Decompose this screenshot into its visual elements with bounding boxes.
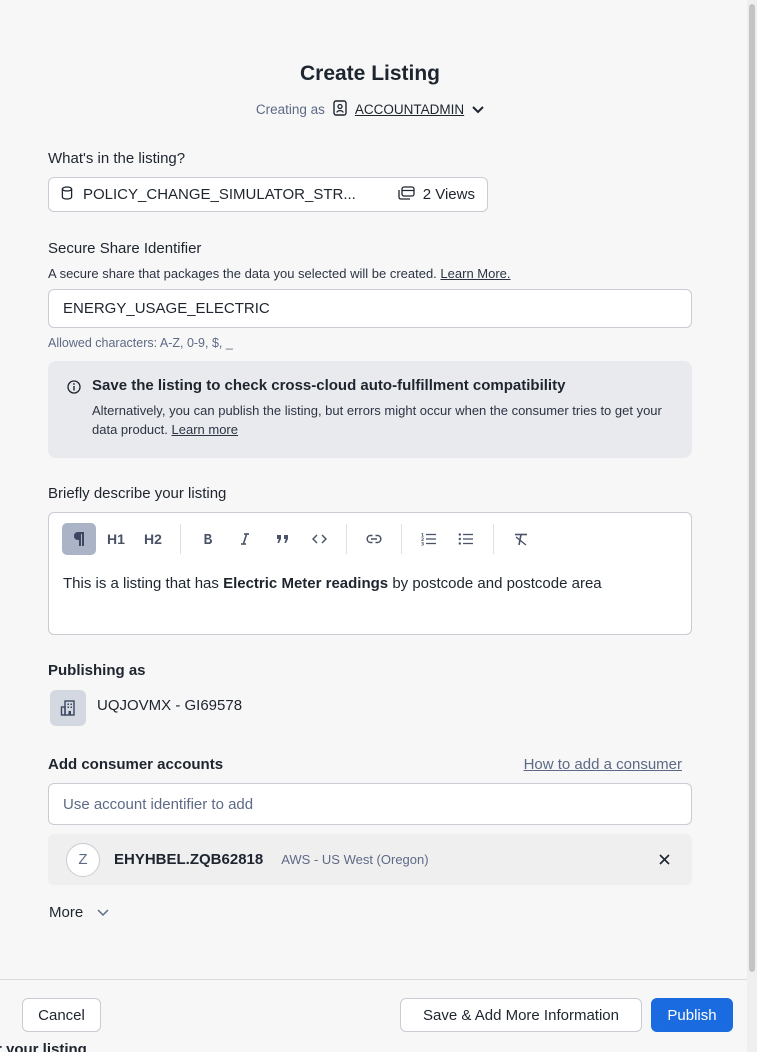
share-description-text: A secure share that packages the data yo… xyxy=(48,266,437,281)
ordered-list-icon: 123 xyxy=(421,533,436,547)
compatibility-callout: Save the listing to check cross-cloud au… xyxy=(48,361,692,458)
link-icon xyxy=(366,534,382,544)
bold-icon xyxy=(204,534,212,544)
description-editor[interactable]: H1 H2 123 This is a listing that has Ele… xyxy=(48,512,692,635)
share-identifier-label: Secure Share Identifier xyxy=(48,240,202,257)
consumer-accounts-label: Add consumer accounts xyxy=(48,756,224,773)
creating-as-label: Creating as xyxy=(255,102,325,117)
description-text-bold: Electric Meter readings xyxy=(223,575,389,592)
views-icon xyxy=(398,185,415,204)
quote-button[interactable] xyxy=(265,523,299,555)
consumer-input-placeholder: Use account identifier to add xyxy=(63,795,254,813)
toolbar-divider xyxy=(180,524,181,554)
share-learn-more-link[interactable]: Learn More. xyxy=(440,266,510,281)
cancel-button[interactable]: Cancel xyxy=(22,998,101,1032)
organization-icon xyxy=(50,690,86,726)
share-identifier-description: A secure share that packages the data yo… xyxy=(48,266,511,281)
info-icon xyxy=(67,380,81,399)
scrollbar[interactable] xyxy=(747,0,757,1052)
clear-format-icon xyxy=(515,533,527,546)
consumer-list-item: Z EHYHBEL.ZQB62818 AWS - US West (Oregon… xyxy=(48,834,692,885)
clear-format-button[interactable] xyxy=(504,523,538,555)
listing-contents-selector[interactable]: POLICY_CHANGE_SIMULATOR_STR... 2 Views xyxy=(48,177,488,212)
avatar: Z xyxy=(66,842,100,877)
share-identifier-input[interactable]: ENERGY_USAGE_ELECTRIC xyxy=(48,289,692,328)
views-count[interactable]: 2 Views xyxy=(398,185,475,204)
consumer-region: AWS - US West (Oregon) xyxy=(281,852,429,867)
chevron-down-icon[interactable] xyxy=(472,102,484,117)
italic-button[interactable] xyxy=(228,523,262,555)
dialog-title: Create Listing xyxy=(299,62,441,85)
description-text-start: This is a listing that has xyxy=(63,575,224,592)
callout-body: Alternatively, you can publish the listi… xyxy=(92,401,672,439)
link-button[interactable] xyxy=(357,523,391,555)
dialog-footer: Cancel Save & Add More Information Publi… xyxy=(0,979,747,1052)
callout-title: Save the listing to check cross-cloud au… xyxy=(92,377,566,394)
create-listing-dialog: Create Listing Creating as ACCOUNTADMIN … xyxy=(0,0,747,1052)
contents-label: What's in the listing? xyxy=(48,150,186,167)
svg-text:3: 3 xyxy=(421,542,424,547)
description-label: Briefly describe your listing xyxy=(48,485,227,502)
italic-icon xyxy=(241,533,249,545)
ordered-list-button[interactable]: 123 xyxy=(412,523,446,555)
background-page-text: r your listing xyxy=(0,1041,87,1052)
quote-icon xyxy=(276,535,288,543)
bold-button[interactable] xyxy=(191,523,225,555)
description-text[interactable]: This is a listing that has Electric Mete… xyxy=(63,575,602,592)
toolbar-divider xyxy=(346,524,347,554)
heading1-button[interactable]: H1 xyxy=(99,523,133,555)
role-badge-icon xyxy=(333,100,347,119)
paragraph-button[interactable] xyxy=(62,523,96,555)
description-text-end: by postcode and postcode area xyxy=(388,575,602,592)
callout-learn-more-link[interactable]: Learn more xyxy=(172,422,238,437)
chevron-down-icon xyxy=(97,904,109,921)
how-to-add-consumer-link[interactable]: How to add a consumer xyxy=(524,756,682,773)
code-icon xyxy=(311,534,327,544)
consumer-account-input[interactable]: Use account identifier to add xyxy=(48,783,692,825)
share-identifier-value: ENERGY_USAGE_ELECTRIC xyxy=(63,300,270,317)
database-icon xyxy=(61,185,73,204)
publishing-as-label: Publishing as xyxy=(48,662,146,679)
publish-button[interactable]: Publish xyxy=(651,998,733,1032)
more-toggle[interactable]: More xyxy=(49,904,109,921)
editor-toolbar: H1 H2 123 xyxy=(62,523,541,555)
allowed-characters-hint: Allowed characters: A-Z, 0-9, $, _ xyxy=(48,336,233,350)
toolbar-divider xyxy=(401,524,402,554)
consumer-account-id: EHYHBEL.ZQB62818 xyxy=(114,851,264,868)
toolbar-divider xyxy=(493,524,494,554)
bullet-list-button[interactable] xyxy=(449,523,483,555)
heading2-button[interactable]: H2 xyxy=(136,523,170,555)
save-and-add-more-button[interactable]: Save & Add More Information xyxy=(400,998,642,1032)
code-button[interactable] xyxy=(302,523,336,555)
more-label: More xyxy=(49,904,84,921)
role-selector[interactable]: ACCOUNTADMIN xyxy=(355,102,464,117)
database-name: POLICY_CHANGE_SIMULATOR_STR... xyxy=(83,186,356,203)
bullet-list-icon xyxy=(458,533,473,545)
publishing-account-name: UQJOVMX - GI69578 xyxy=(97,697,243,714)
scrollbar-thumb[interactable] xyxy=(749,4,755,972)
close-icon[interactable] xyxy=(654,850,674,870)
creating-as-row: Creating as ACCOUNTADMIN xyxy=(0,100,740,119)
views-count-label: 2 Views xyxy=(422,186,475,203)
paragraph-icon xyxy=(74,532,84,546)
